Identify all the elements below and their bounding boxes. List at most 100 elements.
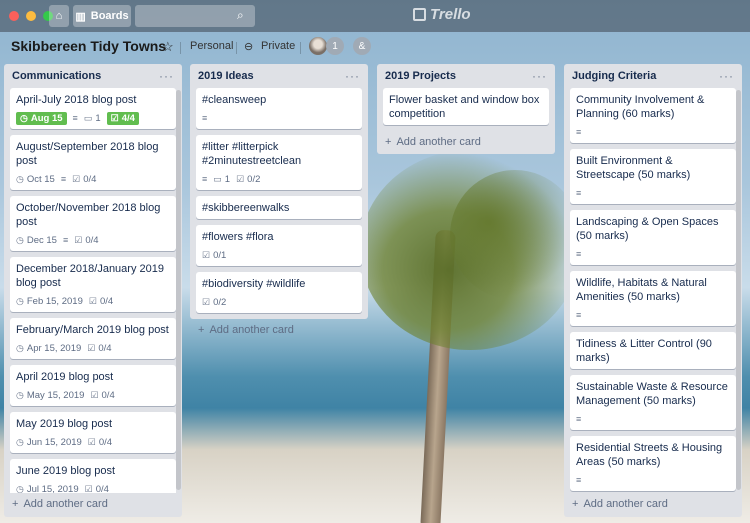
lock-icon: ⊖: [244, 41, 254, 53]
checklist-count: 0/4: [83, 173, 97, 185]
list-scrollbar[interactable]: [736, 90, 741, 490]
checklist-count: 0/2: [213, 296, 227, 308]
card-badges: ◷ Oct 15 ≡ ☑ 0/4: [16, 172, 170, 186]
list-menu-icon[interactable]: ···: [719, 69, 734, 83]
list[interactable]: Communications ··· April-July 2018 blog …: [4, 64, 182, 517]
card-title: February/March 2019 blog post: [16, 324, 169, 336]
card[interactable]: October/November 2018 blog post ◷ Dec 15 ≡ ☑…: [10, 196, 176, 251]
checklist-icon: ☑: [84, 483, 93, 494]
list-menu-icon[interactable]: ···: [345, 69, 360, 83]
due-date: Oct 15: [26, 173, 55, 185]
due-date-badge: ◷ May 15, 2019: [16, 390, 84, 401]
card[interactable]: Landscaping & Open Spaces (50 marks) ≡: [570, 210, 736, 265]
checklist-icon: ☑: [88, 295, 97, 306]
list-header[interactable]: 2019 Projects ···: [377, 64, 555, 88]
description-badge: ≡: [576, 414, 581, 424]
clock-icon: ◷: [20, 112, 28, 123]
card-badges: ≡: [576, 125, 730, 139]
list-header[interactable]: 2019 Ideas ···: [190, 64, 368, 88]
comment-icon: ▭: [213, 173, 222, 184]
search-icon[interactable]: ⌕: [237, 8, 244, 23]
checklist-icon: ☑: [202, 249, 211, 260]
card-title: Community Involvement & Planning (60 mar…: [576, 94, 705, 120]
clock-icon: ◷: [16, 342, 24, 353]
list-menu-icon[interactable]: ···: [532, 69, 547, 83]
list-header[interactable]: Communications ···: [4, 64, 182, 88]
boards-button[interactable]: ▥ Boards: [73, 5, 131, 27]
star-icon[interactable]: ☆: [162, 39, 174, 55]
card[interactable]: Flower basket and window box competition: [383, 88, 549, 125]
add-card-label: Add another card: [209, 324, 294, 336]
card[interactable]: Sustainable Waste & Resource Management …: [570, 375, 736, 430]
list-title[interactable]: Communications: [12, 70, 101, 82]
member-count-badge[interactable]: 1: [326, 37, 344, 55]
card[interactable]: #biodiversity #wildlife ☑ 0/2: [196, 272, 362, 313]
card[interactable]: #cleansweep ≡: [196, 88, 362, 129]
comment-count: 1: [95, 112, 101, 124]
card-badges: ☑ 0/2: [202, 295, 356, 309]
list-title[interactable]: Judging Criteria: [572, 70, 656, 82]
card-badges: ≡: [576, 412, 730, 426]
card[interactable]: April-July 2018 blog post ◷ Aug 15 ≡ ▭ 1 ☑ 4/4: [10, 88, 176, 129]
card[interactable]: Residential Streets & Housing Areas (50 …: [570, 436, 736, 491]
add-card-button[interactable]: + Add another card: [190, 319, 368, 341]
card-badges: ◷ Jun 15, 2019 ☑ 0/4: [16, 435, 170, 449]
list-title[interactable]: 2019 Ideas: [198, 70, 254, 82]
header-divider: [236, 42, 237, 54]
checklist-count: 4/4: [121, 112, 135, 124]
add-card-label: Add another card: [583, 498, 668, 510]
description-badge: ≡: [576, 127, 581, 137]
card-title: Tidiness & Litter Control (90 marks): [576, 338, 712, 364]
card[interactable]: #skibbereenwalks: [196, 196, 362, 219]
card-title: June 2019 blog post: [16, 465, 116, 477]
list[interactable]: Judging Criteria ··· Community Involveme…: [564, 64, 742, 517]
add-card-button[interactable]: + Add another card: [564, 493, 742, 515]
trello-logo[interactable]: Trello: [413, 6, 471, 23]
card[interactable]: December 2018/January 2019 blog post ◷ Feb…: [10, 257, 176, 312]
add-card-button[interactable]: + Add another card: [377, 131, 555, 153]
board-title[interactable]: Skibbereen Tidy Towns: [11, 38, 166, 54]
card[interactable]: Wildlife, Habitats & Natural Amenities (…: [570, 271, 736, 326]
team-button[interactable]: Personal: [190, 40, 233, 52]
due-date: Dec 15: [26, 234, 57, 246]
description-icon: ≡: [576, 188, 582, 198]
card[interactable]: #litter #litterpick #2minutestreetclean ≡…: [196, 135, 362, 190]
list-scrollbar[interactable]: [176, 90, 181, 490]
card[interactable]: June 2019 blog post ◷ Jul 15, 2019 ☑ 0/4: [10, 459, 176, 493]
checklist-badge: ☑ 0/4: [87, 343, 111, 354]
list-menu-icon[interactable]: ···: [159, 69, 174, 83]
comments-badge: ▭ 1: [213, 174, 230, 185]
invite-button[interactable]: &: [353, 37, 371, 55]
checklist-icon: ☑: [72, 173, 81, 184]
avatar[interactable]: [309, 37, 327, 55]
description-icon: ≡: [60, 174, 67, 184]
card-title: Landscaping & Open Spaces (50 marks): [576, 216, 719, 242]
card[interactable]: Tidiness & Litter Control (90 marks): [570, 332, 736, 369]
checklist-badge: ☑ 0/4: [85, 484, 109, 494]
card[interactable]: August/September 2018 blog post ◷ Oct 15 ≡ ☑…: [10, 135, 176, 190]
window-close-button[interactable]: [9, 11, 19, 21]
window-minimize-button[interactable]: [26, 11, 36, 21]
home-button[interactable]: ⌂: [49, 5, 69, 27]
list-title[interactable]: 2019 Projects: [385, 70, 456, 82]
due-date: Aug 15: [30, 112, 63, 124]
add-card-label: Add another card: [23, 498, 108, 510]
card[interactable]: #flowers #flora ☑ 0/1: [196, 225, 362, 266]
card[interactable]: February/March 2019 blog post ◷ Apr 15, 20…: [10, 318, 176, 359]
checklist-count: 0/4: [101, 389, 115, 401]
add-card-button[interactable]: + Add another card: [4, 493, 182, 515]
privacy-button[interactable]: Private: [261, 40, 295, 52]
card[interactable]: April 2019 blog post ◷ May 15, 2019 ☑ 0/4: [10, 365, 176, 406]
description-icon: ≡: [576, 127, 582, 137]
list[interactable]: 2019 Projects ··· Flower basket and wind…: [377, 64, 555, 154]
clock-icon: ◷: [16, 173, 24, 184]
description-icon: ≡: [576, 475, 582, 485]
card[interactable]: Community Involvement & Planning (60 mar…: [570, 88, 736, 143]
list[interactable]: 2019 Ideas ··· #cleansweep ≡ #litter #litt…: [190, 64, 368, 336]
card[interactable]: May 2019 blog post ◷ Jun 15, 2019 ☑ 0/4: [10, 412, 176, 453]
card[interactable]: Built Environment & Streetscape (50 mark…: [570, 149, 736, 204]
list-header[interactable]: Judging Criteria ···: [564, 64, 742, 88]
checklist-count: 0/4: [98, 342, 112, 354]
card-title: December 2018/January 2019 blog post: [16, 263, 164, 289]
card-badges: ≡: [576, 473, 730, 487]
